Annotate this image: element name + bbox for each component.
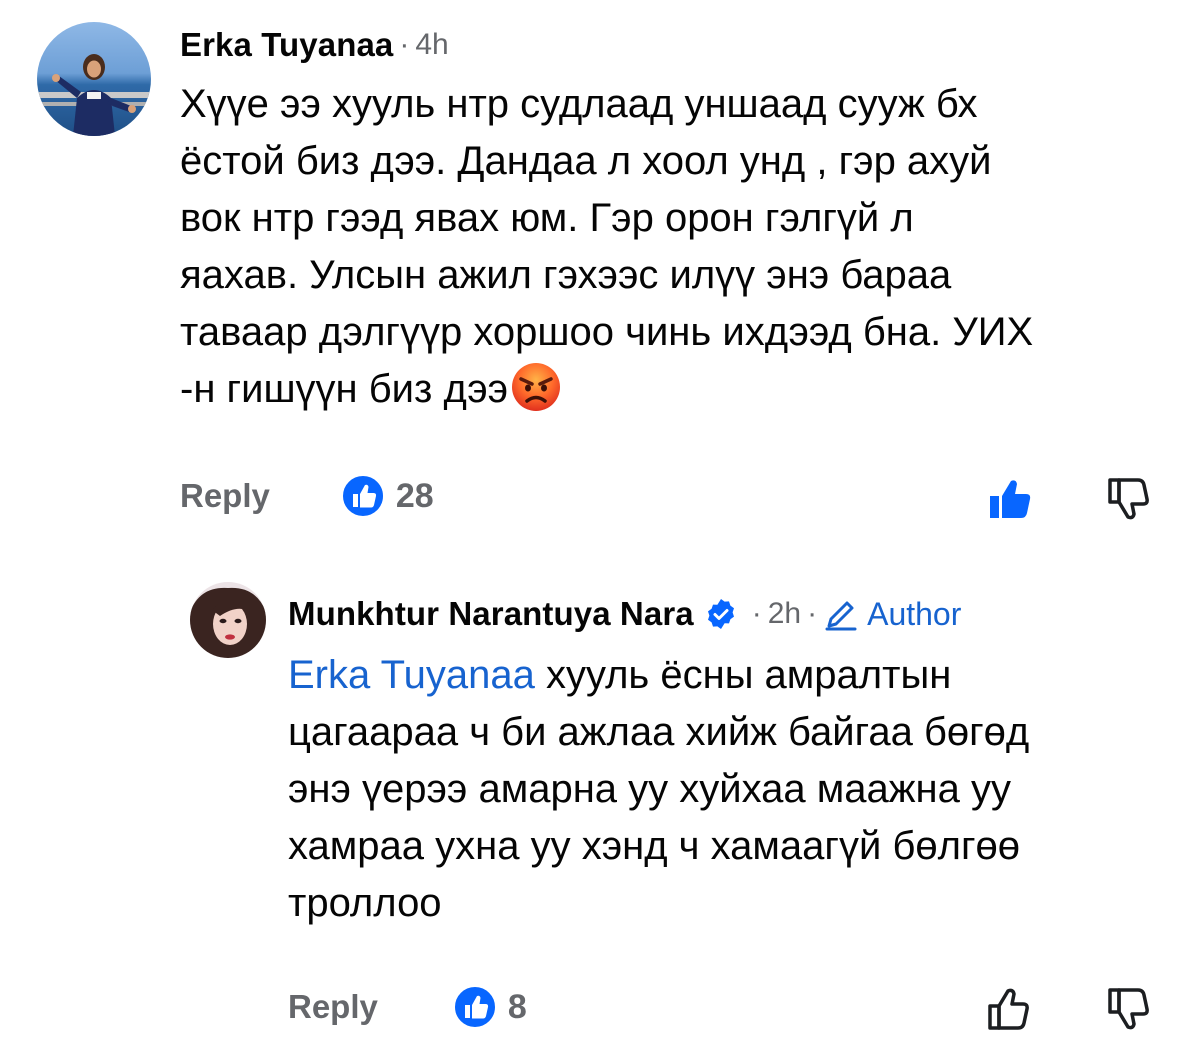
separator-dot: · xyxy=(807,597,818,630)
separator-dot: · xyxy=(751,597,762,630)
reply-button[interactable]: Reply xyxy=(288,988,378,1026)
comment-text: Erka Tuyanaa хууль ёсны амралтын цагаара… xyxy=(288,647,1168,932)
pencil-icon xyxy=(825,601,857,631)
downvote-button[interactable] xyxy=(1104,472,1156,524)
separator-dot: · xyxy=(399,28,410,61)
like-count: 28 xyxy=(395,476,434,515)
comment-thread: Erka Tuyanaa · 4h Хүүе ээ хууль нтр судл… xyxy=(0,0,1200,1054)
upvote-button[interactable] xyxy=(984,982,1036,1034)
author-badge-label: Author xyxy=(867,595,962,632)
mention-link[interactable]: Erka Tuyanaa xyxy=(288,653,535,697)
author-name[interactable]: Erka Tuyanaa xyxy=(180,26,393,64)
upvote-button[interactable] xyxy=(984,472,1036,524)
thumbs-down-outline-icon xyxy=(1108,478,1149,520)
author-name[interactable]: Munkhtur Narantuya Nara xyxy=(288,595,694,633)
downvote-button[interactable] xyxy=(1104,982,1156,1034)
like-reaction-icon xyxy=(452,984,498,1030)
comment-text: Хүүе ээ хууль нтр судлаад уншаад сууж бх… xyxy=(180,76,1180,418)
avatar[interactable] xyxy=(37,22,151,136)
author-badge: Author xyxy=(823,596,961,633)
like-reaction-icon xyxy=(340,473,386,519)
comment-body: Хүүе ээ хууль нтр судлаад уншаад сууж бх… xyxy=(180,82,1034,411)
reply-button[interactable]: Reply xyxy=(180,477,270,515)
reaction-summary[interactable]: 28 xyxy=(340,473,434,519)
thumbs-up-filled-icon xyxy=(990,480,1031,518)
reaction-summary[interactable]: 8 xyxy=(452,984,527,1030)
comment-header: Erka Tuyanaa · 4h xyxy=(180,24,449,66)
comment-header: Munkhtur Narantuya Nara · 2h · Author xyxy=(288,592,961,636)
angry-face-icon xyxy=(510,361,562,413)
comment-actions: Reply 28 xyxy=(180,471,434,521)
timestamp[interactable]: 2h xyxy=(768,597,801,631)
verified-badge-icon xyxy=(704,597,738,631)
avatar[interactable] xyxy=(190,582,266,658)
thumbs-down-outline-icon xyxy=(1108,988,1149,1030)
timestamp[interactable]: 4h xyxy=(415,28,448,62)
comment-actions: Reply 8 xyxy=(288,982,527,1032)
like-count: 8 xyxy=(507,987,527,1026)
thumbs-up-outline-icon xyxy=(988,988,1029,1030)
